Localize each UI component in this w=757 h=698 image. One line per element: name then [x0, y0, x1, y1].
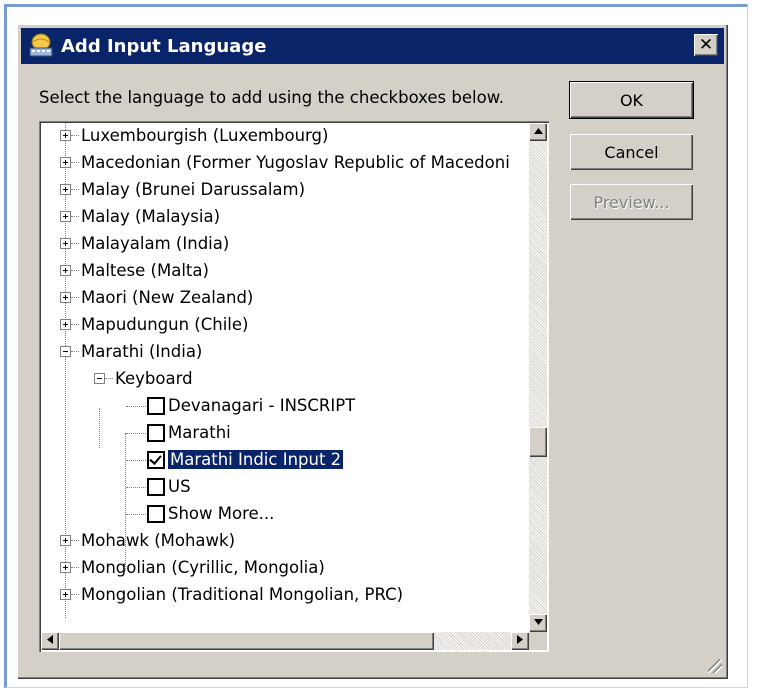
expand-icon[interactable] — [60, 319, 71, 330]
dialog-title: Add Input Language — [61, 35, 267, 57]
tree-item-label: Luxembourgish (Luxembourg) — [81, 126, 329, 145]
tree-item-label: Mongolian (Traditional Mongolian, PRC) — [81, 585, 404, 604]
titlebar: Add Input Language ✕ — [21, 28, 724, 64]
expand-icon[interactable] — [60, 157, 71, 168]
checkbox-checked[interactable] — [147, 450, 165, 469]
scroll-right-button[interactable] — [511, 632, 529, 650]
checkbox[interactable] — [147, 396, 165, 415]
keyboard-label: Devanagari - INSCRIPT — [168, 396, 356, 415]
expand-icon[interactable] — [60, 589, 71, 600]
tree-item-label: Malay (Brunei Darussalam) — [81, 180, 306, 199]
vertical-scroll-thumb[interactable] — [529, 427, 547, 457]
tree-item[interactable]: Maltese (Malta) — [60, 257, 209, 284]
tree-content: Luxembourgish (Luxembourg) Macedonian (F… — [41, 123, 529, 632]
expand-icon[interactable] — [60, 265, 71, 276]
ok-button[interactable]: OK — [570, 82, 693, 118]
keyboard-item-selected[interactable]: Marathi Indic Input 2 — [147, 446, 344, 473]
keyboard-item[interactable]: US — [147, 473, 191, 500]
expand-icon[interactable] — [60, 211, 71, 222]
keyboard-label: Show More... — [168, 504, 275, 523]
resize-grip-icon[interactable] — [708, 659, 722, 673]
expand-icon[interactable] — [60, 292, 71, 303]
tree-item[interactable]: Maori (New Zealand) — [60, 284, 253, 311]
cancel-button[interactable]: Cancel — [570, 134, 693, 170]
arrow-right-icon — [517, 635, 523, 647]
horizontal-scrollbar[interactable] — [41, 632, 529, 650]
tree-item[interactable]: Malay (Brunei Darussalam) — [60, 176, 305, 203]
tree-item-label: Marathi (India) — [81, 342, 203, 361]
expand-icon[interactable] — [60, 130, 71, 141]
expand-icon[interactable] — [60, 184, 71, 195]
tree-item-label: Mohawk (Mohawk) — [81, 531, 236, 550]
keyboard-label: US — [168, 477, 191, 496]
tree-item-label: Mapudungun (Chile) — [81, 315, 249, 334]
tree-item[interactable]: Mapudungun (Chile) — [60, 311, 248, 338]
scroll-left-button[interactable] — [41, 632, 59, 650]
close-icon: ✕ — [698, 34, 714, 55]
tree-item[interactable]: Mohawk (Mohawk) — [60, 527, 235, 554]
close-button[interactable]: ✕ — [694, 34, 718, 56]
expand-icon[interactable] — [60, 562, 71, 573]
add-input-language-dialog: Add Input Language ✕ Select the language… — [17, 24, 728, 679]
checkbox[interactable] — [147, 504, 165, 523]
language-tree[interactable]: Luxembourgish (Luxembourg) Macedonian (F… — [39, 121, 549, 652]
scroll-up-button[interactable] — [529, 123, 547, 141]
tree-item-label: Malay (Malaysia) — [81, 207, 221, 226]
tree-item[interactable]: Macedonian (Former Yugoslav Republic of … — [60, 149, 510, 176]
tree-item-label: Keyboard — [115, 369, 193, 388]
tree-item-label: Malayalam (India) — [81, 234, 230, 253]
tree-item-label: Mongolian (Cyrillic, Mongolia) — [81, 558, 325, 577]
preview-button: Preview... — [570, 184, 693, 220]
keyboard-label: Marathi Indic Input 2 — [168, 450, 344, 469]
keyboard-globe-icon — [27, 32, 55, 60]
tree-item[interactable]: Malay (Malaysia) — [60, 203, 220, 230]
instruction-text: Select the language to add using the che… — [39, 88, 504, 107]
tree-item-keyboard[interactable]: Keyboard — [94, 365, 193, 392]
tree-item-label: Maori (New Zealand) — [81, 288, 254, 307]
collapse-icon[interactable] — [60, 346, 71, 357]
tree-item-marathi[interactable]: Marathi (India) — [60, 338, 202, 365]
arrow-up-icon — [533, 127, 543, 137]
tree-branch-line — [99, 408, 100, 448]
scroll-down-button[interactable] — [529, 614, 547, 632]
keyboard-item[interactable]: Marathi — [147, 419, 231, 446]
tree-item-label: Maltese (Malta) — [81, 261, 209, 280]
collapse-icon[interactable] — [94, 373, 105, 384]
tree-item-label: Macedonian (Former Yugoslav Republic of … — [81, 153, 510, 172]
horizontal-scroll-thumb[interactable] — [59, 632, 434, 650]
tree-item[interactable]: Luxembourgish (Luxembourg) — [60, 123, 328, 149]
expand-icon[interactable] — [60, 535, 71, 546]
keyboard-label: Marathi — [168, 423, 231, 442]
tree-item[interactable]: Mongolian (Traditional Mongolian, PRC) — [60, 581, 403, 608]
scrollbar-corner — [529, 632, 547, 650]
keyboard-item[interactable]: Devanagari - INSCRIPT — [147, 392, 355, 419]
checkbox[interactable] — [147, 423, 165, 442]
vertical-scrollbar[interactable] — [529, 123, 547, 632]
tree-item[interactable]: Malayalam (India) — [60, 230, 229, 257]
checkbox[interactable] — [147, 477, 165, 496]
expand-icon[interactable] — [60, 238, 71, 249]
arrow-down-icon — [533, 618, 543, 628]
keyboard-item[interactable]: Show More... — [147, 500, 274, 527]
arrow-left-icon — [47, 635, 53, 647]
tree-item[interactable]: Mongolian (Cyrillic, Mongolia) — [60, 554, 325, 581]
